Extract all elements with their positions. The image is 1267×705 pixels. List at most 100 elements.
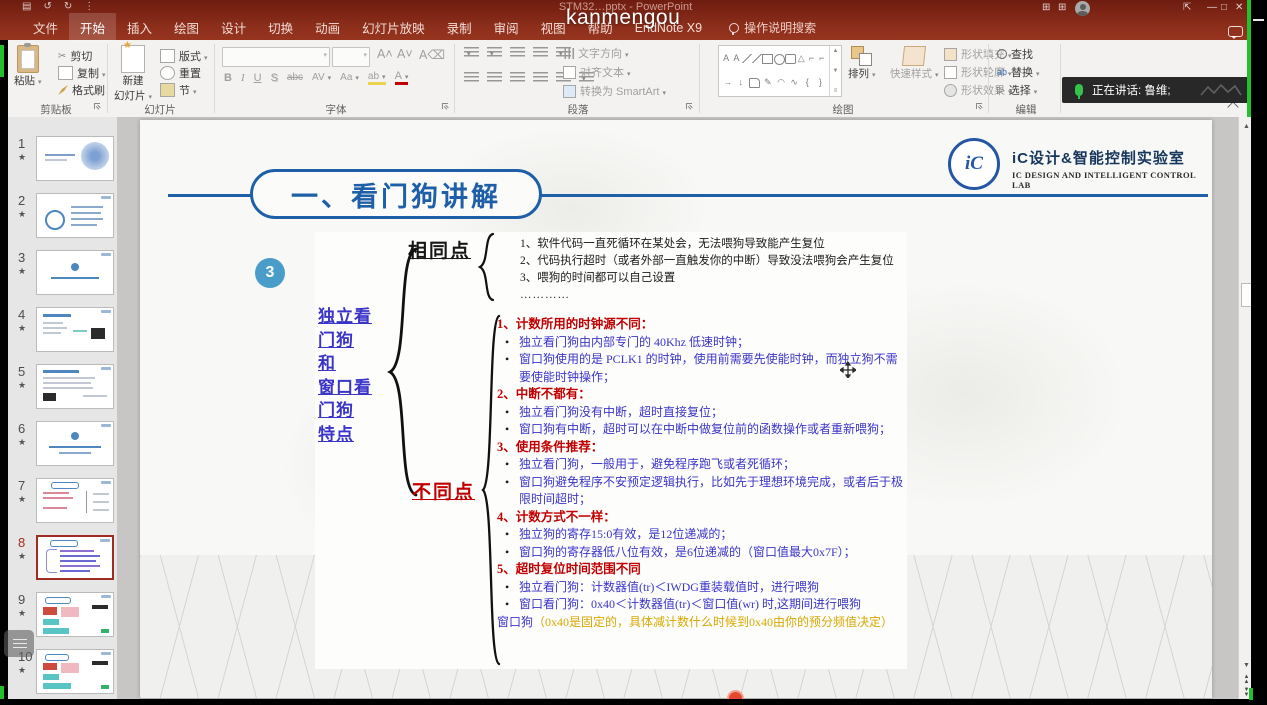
tab-design[interactable]: 设计 xyxy=(210,13,257,42)
thumbnail-slide-2[interactable]: 2 ★ xyxy=(8,193,117,243)
smartart-button[interactable]: 转换为 SmartArt xyxy=(563,83,666,99)
thumbnail-image[interactable] xyxy=(36,535,114,580)
tell-me-search[interactable]: 操作说明搜索 xyxy=(729,19,816,36)
drawing-dialog-launcher[interactable] xyxy=(976,103,984,111)
shape-line2-icon[interactable] xyxy=(752,54,762,63)
shape-freeform-icon[interactable] xyxy=(749,78,760,88)
replace-button[interactable]: ab 替换 xyxy=(997,64,1040,80)
numbering-icon[interactable] xyxy=(487,47,502,58)
change-case-button[interactable]: Aa xyxy=(340,72,359,83)
shape-scribble-icon[interactable]: ✎ xyxy=(763,78,773,87)
tab-draw[interactable]: 绘图 xyxy=(163,13,210,42)
shape-brace-right-icon[interactable]: } xyxy=(815,78,825,87)
thumbnail-slide-1[interactable]: 1 ★ xyxy=(8,136,117,186)
thumbnail-image[interactable] xyxy=(36,307,114,352)
format-painter-button[interactable]: 格式刷 xyxy=(58,82,105,98)
text-shadow-button[interactable]: S xyxy=(271,72,278,84)
close-button[interactable]: ✕ xyxy=(1235,2,1243,13)
restore-button[interactable]: □ xyxy=(1221,2,1227,13)
tab-review[interactable]: 审阅 xyxy=(483,13,530,42)
justify-icon[interactable] xyxy=(533,72,548,83)
shape-arrow-right-icon[interactable]: → xyxy=(723,78,733,87)
highlight-button[interactable]: ab xyxy=(368,71,386,85)
shape-elbow-icon[interactable]: ⌐ xyxy=(807,54,817,63)
shape-textbox2-icon[interactable]: A xyxy=(731,54,741,63)
shape-line-icon[interactable] xyxy=(742,54,752,63)
floating-list-widget[interactable] xyxy=(4,630,34,657)
thumbnail-slide-6[interactable]: 6 ★ xyxy=(8,421,117,471)
thumbnail-image[interactable] xyxy=(36,649,114,694)
find-button[interactable]: 查找 xyxy=(997,46,1033,62)
char-spacing-button[interactable]: AV xyxy=(312,72,331,83)
bold-button[interactable]: B xyxy=(224,72,232,84)
font-dialog-launcher[interactable] xyxy=(442,103,450,111)
shape-elbow2-icon[interactable]: ⌐ xyxy=(817,54,827,63)
slide-canvas[interactable]: 一、看门狗讲解 iC iC设计&智能控制实验室 IC DESIGN AND IN… xyxy=(140,120,1212,698)
thumbnail-slide-3[interactable]: 3 ★ xyxy=(8,250,117,300)
font-name-combo[interactable] xyxy=(222,47,330,67)
user-avatar[interactable] xyxy=(1075,1,1090,16)
shape-arrow-down-icon[interactable]: ↓ xyxy=(736,78,746,87)
tab-insert[interactable]: 插入 xyxy=(116,13,163,42)
new-slide-button[interactable]: 新建 幻灯片 xyxy=(114,45,152,103)
align-center-icon[interactable] xyxy=(487,72,502,83)
arrange-button[interactable]: 排列 xyxy=(848,46,876,81)
clipboard-dialog-launcher[interactable] xyxy=(94,103,102,111)
thumbnail-image[interactable] xyxy=(36,193,114,238)
shapes-gallery[interactable]: A A △ ⌐ ⌐ → ↓ ✎ ◠ ∿ { } ▲▼≡ xyxy=(718,45,842,97)
ribbon-display-options-icon[interactable]: ⊞ xyxy=(1042,2,1050,13)
align-text-button[interactable]: 对齐文本 xyxy=(563,64,631,80)
thumbnail-slide-4[interactable]: 4 ★ xyxy=(8,307,117,357)
font-size-combo[interactable] xyxy=(332,47,370,67)
thumbnail-image[interactable] xyxy=(36,364,114,409)
thumbnail-image[interactable] xyxy=(36,250,114,295)
shapes-gallery-scroll[interactable]: ▲▼≡ xyxy=(829,46,841,96)
section-button[interactable]: 节 xyxy=(160,82,197,98)
paragraph-dialog-launcher[interactable] xyxy=(686,103,694,111)
text-direction-button[interactable]: 文字方向 xyxy=(563,45,629,61)
decrease-indent-icon[interactable] xyxy=(510,47,525,58)
shape-brace-left-icon[interactable]: { xyxy=(802,78,812,87)
shape-roundrect-icon[interactable] xyxy=(785,54,796,64)
thumbnail-image[interactable] xyxy=(36,421,114,466)
grow-font-button[interactable]: A˄ xyxy=(374,46,396,62)
shape-arc-icon[interactable]: ◠ xyxy=(776,78,786,87)
paste-button[interactable]: 粘贴 xyxy=(14,45,42,88)
clear-formatting-button[interactable]: A⌫ xyxy=(416,46,448,63)
layout-button[interactable]: 版式 xyxy=(160,48,208,64)
thumbnail-image[interactable] xyxy=(36,478,114,523)
thumbnail-image[interactable] xyxy=(36,592,114,637)
shape-oval-icon[interactable] xyxy=(774,54,785,65)
tab-home[interactable]: 开始 xyxy=(69,13,116,42)
italic-button[interactable]: I xyxy=(241,72,245,84)
shrink-font-button[interactable]: A˅ xyxy=(394,46,416,62)
tab-record[interactable]: 录制 xyxy=(436,13,483,42)
thumbnail-slide-7[interactable]: 7 ★ xyxy=(8,478,117,528)
shape-curve-icon[interactable]: ∿ xyxy=(789,78,799,87)
tab-transitions[interactable]: 切换 xyxy=(257,13,304,42)
quick-styles-button[interactable]: 快速样式 xyxy=(890,46,939,81)
copy-button[interactable]: 复制 xyxy=(58,65,106,81)
increase-indent-icon[interactable] xyxy=(533,47,548,58)
align-left-icon[interactable] xyxy=(464,72,479,83)
cut-button[interactable]: ✂ 剪切 xyxy=(58,48,92,64)
comments-icon[interactable] xyxy=(1228,26,1243,37)
thumbnail-slide-8-selected[interactable]: 8 ★ xyxy=(8,535,117,585)
tab-slideshow[interactable]: 幻灯片放映 xyxy=(351,13,436,42)
strikethrough-button[interactable]: abc xyxy=(287,72,303,83)
thumbnail-slide-5[interactable]: 5 ★ xyxy=(8,364,117,414)
slide-title-shape[interactable]: 一、看门狗讲解 xyxy=(250,169,542,219)
tab-file[interactable]: 文件 xyxy=(22,13,69,42)
present-icon[interactable]: ⇱ xyxy=(1183,2,1191,13)
minimize-button[interactable]: — xyxy=(1207,2,1217,13)
tab-animations[interactable]: 动画 xyxy=(304,13,351,42)
font-color-button[interactable]: A xyxy=(395,70,409,85)
reset-button[interactable]: 重置 xyxy=(160,65,201,81)
underline-button[interactable]: U xyxy=(254,72,262,84)
thumbnail-image[interactable] xyxy=(36,136,114,181)
shape-textbox-icon[interactable]: A xyxy=(721,54,731,63)
shape-rect-icon[interactable] xyxy=(762,54,773,64)
ribbon-grid-icon[interactable]: ⊞ xyxy=(1058,2,1066,13)
select-button[interactable]: ▷ 选择 xyxy=(997,82,1037,98)
shape-triangle-icon[interactable]: △ xyxy=(796,54,806,63)
